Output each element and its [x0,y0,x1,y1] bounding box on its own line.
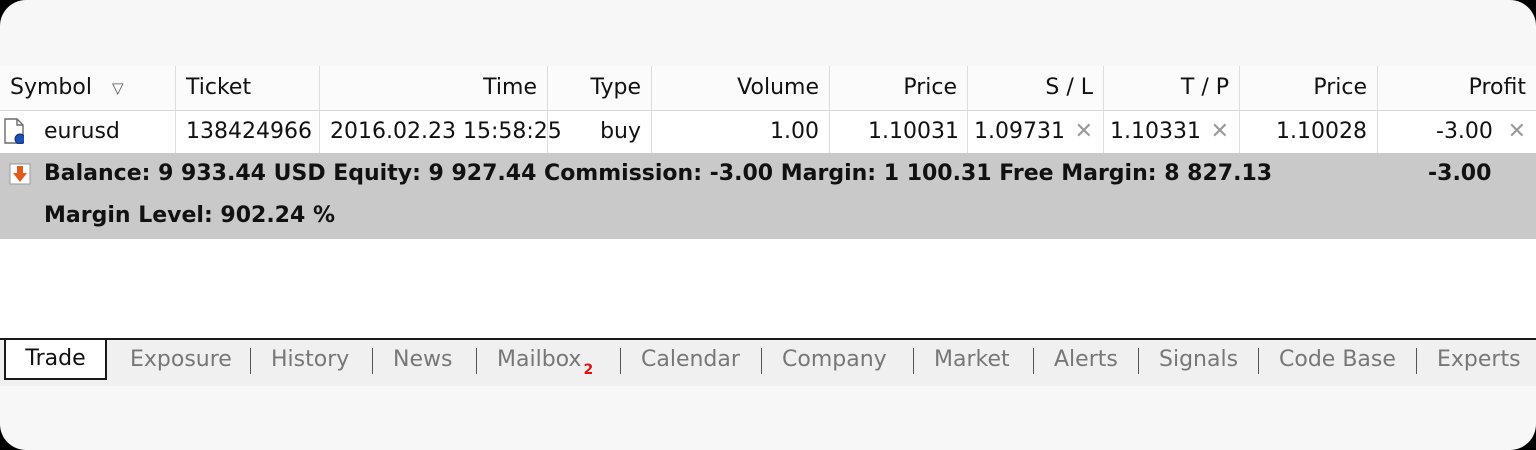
col-price[interactable]: Price [830,66,968,110]
tab-separator [372,348,373,374]
order-document-icon [4,118,24,144]
tab-separator [913,348,914,374]
col-type-label: Type [590,75,641,100]
tab-separator [1033,348,1034,374]
col-time[interactable]: Time [320,66,548,110]
col-current-price-label: Price [1313,75,1367,100]
tab-news[interactable]: News [393,340,452,380]
col-price-label: Price [903,75,957,100]
type-value: buy [600,119,641,144]
col-profit-label: Profit [1468,75,1526,100]
tab-alerts[interactable]: Alerts [1054,340,1118,380]
account-summary: Balance: 9 933.44 USD Equity: 9 927.44 C… [0,153,1536,239]
tp-value: 1.10331 [1110,119,1201,144]
tab-separator [1258,348,1259,374]
cell-ticket: 138424966 [176,111,320,153]
volume-value: 1.00 [770,119,819,144]
col-sl-label: S / L [1045,75,1093,100]
mailbox-unread-badge: 2 [583,362,594,378]
screenshot-frame: Symbol ▽ Ticket Time Type Volume Price S … [0,0,1536,450]
tab-separator [1416,348,1417,374]
cell-symbol[interactable]: eurusd [0,111,176,153]
col-volume[interactable]: Volume [652,66,830,110]
col-profit[interactable]: Profit [1378,66,1536,110]
col-tp[interactable]: T / P [1104,66,1240,110]
ticket-value: 138424966 [186,119,312,144]
tab-calendar[interactable]: Calendar [641,340,740,380]
tab-separator [761,348,762,374]
col-symbol[interactable]: Symbol ▽ [0,66,176,110]
col-type[interactable]: Type [548,66,652,110]
remove-sl-icon[interactable]: ✕ [1075,111,1093,153]
tab-history[interactable]: History [271,340,349,380]
tab-market[interactable]: Market [934,340,1010,380]
close-order-icon[interactable]: ✕ [1508,111,1526,153]
col-ticket-label: Ticket [186,75,252,100]
current-price-value: 1.10028 [1276,119,1367,144]
time-value: 2016.02.23 15:58:25 [330,119,562,144]
cell-volume: 1.00 [652,111,830,153]
col-tp-label: T / P [1180,75,1229,100]
profit-value: -3.00 [1436,119,1493,144]
col-sl[interactable]: S / L [968,66,1104,110]
cell-sl[interactable]: 1.09731 ✕ [968,111,1104,153]
col-volume-label: Volume [737,75,819,100]
cell-type: buy [548,111,652,153]
tab-signals[interactable]: Signals [1159,340,1238,380]
tab-separator [250,348,251,374]
tab-separator [620,348,621,374]
table-row[interactable]: eurusd 138424966 2016.02.23 15:58:25 buy… [0,111,1536,153]
col-current-price[interactable]: Price [1240,66,1378,110]
summary-total-profit: -3.00 [1428,161,1492,186]
cell-tp[interactable]: 1.10331 ✕ [1104,111,1240,153]
tab-mailbox[interactable]: Mailbox 2 [497,340,593,380]
tab-separator [476,348,477,374]
cell-current-price: 1.10028 [1240,111,1378,153]
remove-tp-icon[interactable]: ✕ [1211,111,1229,153]
tab-separator [1138,348,1139,374]
sl-value: 1.09731 [974,119,1065,144]
terminal-tabs: Trade Exposure History News Mailbox 2 Cal… [0,338,1536,386]
col-symbol-label: Symbol [10,75,92,100]
price-value: 1.10031 [868,119,959,144]
tab-experts[interactable]: Experts [1437,340,1521,380]
col-time-label: Time [483,75,537,100]
tab-code-base[interactable]: Code Base [1279,340,1396,380]
tab-trade[interactable]: Trade [4,338,107,380]
col-ticket[interactable]: Ticket [176,66,320,110]
symbol-value: eurusd [44,119,120,144]
summary-line-balance: Balance: 9 933.44 USD Equity: 9 927.44 C… [44,161,1273,186]
sort-triangle-icon[interactable]: ▽ [112,66,124,110]
arrow-down-icon [9,163,31,185]
tab-exposure[interactable]: Exposure [130,340,232,380]
tab-mailbox-label: Mailbox [497,347,582,372]
cell-price: 1.10031 [830,111,968,153]
cell-time: 2016.02.23 15:58:25 [320,111,562,153]
cell-profit[interactable]: -3.00 ✕ [1378,111,1536,153]
summary-line-margin-level: Margin Level: 902.24 % [44,203,335,228]
tab-company[interactable]: Company [782,340,887,380]
table-header: Symbol ▽ Ticket Time Type Volume Price S … [0,66,1536,111]
